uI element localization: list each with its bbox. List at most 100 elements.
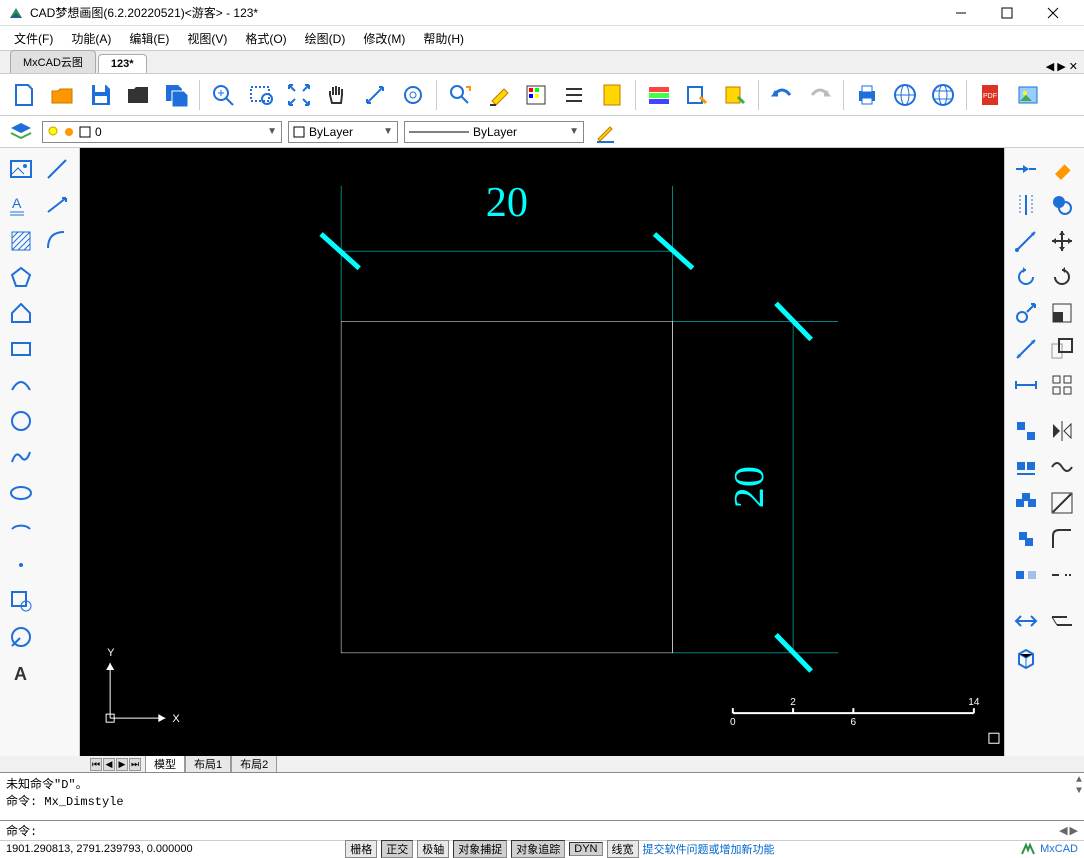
break2-button[interactable]: [1009, 558, 1043, 592]
feedback-link[interactable]: 提交软件问题或增加新功能: [643, 841, 775, 857]
doc-tab-cloud[interactable]: MxCAD云图: [10, 50, 96, 73]
status-polar[interactable]: 极轴: [417, 840, 449, 858]
open-file-button[interactable]: [44, 77, 80, 113]
array-button[interactable]: [1045, 368, 1079, 402]
text-tool-button[interactable]: A: [4, 188, 38, 222]
mirror2-button[interactable]: [1045, 414, 1079, 448]
menu-modify[interactable]: 修改(M): [355, 27, 413, 50]
fillet2-button[interactable]: [1045, 486, 1079, 520]
circle-tool-button[interactable]: [4, 404, 38, 438]
block-insert-button[interactable]: [4, 584, 38, 618]
status-lwt[interactable]: 线宽: [607, 840, 639, 858]
list-button[interactable]: [556, 77, 592, 113]
image-tool-button[interactable]: [4, 152, 38, 186]
command-input[interactable]: [41, 823, 1078, 839]
offset-button[interactable]: [1009, 188, 1043, 222]
trim-button[interactable]: [1009, 152, 1043, 186]
drawing-canvas[interactable]: 20 20 X Y: [80, 148, 1004, 756]
maximize-button[interactable]: [984, 0, 1030, 26]
stretch-box-button[interactable]: [1045, 332, 1079, 366]
zoom-in-button[interactable]: [205, 77, 241, 113]
block-button[interactable]: [717, 77, 753, 113]
mirror1-button[interactable]: [1009, 414, 1043, 448]
status-otrack[interactable]: 对象追踪: [511, 840, 565, 858]
chamfer-button[interactable]: [1009, 450, 1043, 484]
console-scroll[interactable]: ▲▼: [1076, 775, 1082, 797]
fillet-arc-button[interactable]: [1045, 522, 1079, 556]
layer-state-button[interactable]: [679, 77, 715, 113]
ellipse-arc-tool-button[interactable]: [4, 512, 38, 546]
rectangle-tool-button[interactable]: [4, 332, 38, 366]
scale-box-button[interactable]: [1045, 296, 1079, 330]
layer-manager-button[interactable]: [6, 119, 36, 145]
move-cross-button[interactable]: [1045, 224, 1079, 258]
menu-view[interactable]: 视图(V): [179, 27, 235, 50]
extend-button[interactable]: [1009, 368, 1043, 402]
copy-button[interactable]: [1045, 188, 1079, 222]
hatch-tool-button[interactable]: [4, 224, 38, 258]
break1-button[interactable]: [1009, 522, 1043, 556]
zoom-window-button[interactable]: [243, 77, 279, 113]
menu-file[interactable]: 文件(F): [6, 27, 61, 50]
menu-function[interactable]: 功能(A): [63, 27, 119, 50]
fillet1-button[interactable]: [1009, 486, 1043, 520]
linetype-selector[interactable]: ByLayer ▼: [288, 121, 398, 143]
highlight-button[interactable]: [480, 77, 516, 113]
web-button[interactable]: [887, 77, 923, 113]
break-line-button[interactable]: [1045, 558, 1079, 592]
menu-help[interactable]: 帮助(H): [415, 27, 472, 50]
minimize-button[interactable]: [938, 0, 984, 26]
edit-pencil-button[interactable]: [590, 119, 620, 145]
redo-button[interactable]: [802, 77, 838, 113]
undo-button[interactable]: [764, 77, 800, 113]
polygon2-tool-button[interactable]: [4, 296, 38, 330]
wave-button[interactable]: [1045, 450, 1079, 484]
properties-button[interactable]: [518, 77, 554, 113]
new-file-button[interactable]: [6, 77, 42, 113]
tab-nav-arrows[interactable]: ◀ ▶ ✕: [1046, 60, 1078, 73]
point-tool-button[interactable]: [4, 548, 38, 582]
cmd-history-nav[interactable]: ◀▶: [1059, 824, 1078, 838]
image-button[interactable]: [1010, 77, 1046, 113]
ellipse-tool-button[interactable]: [4, 476, 38, 510]
find-button[interactable]: [442, 77, 478, 113]
layer-selector[interactable]: 0 ▼: [42, 121, 282, 143]
scale-button[interactable]: [1009, 296, 1043, 330]
pdf-button[interactable]: PDF: [972, 77, 1008, 113]
rotate-ccw-button[interactable]: [1009, 260, 1043, 294]
doc-tab-123[interactable]: 123*: [98, 54, 147, 73]
move-button[interactable]: [1009, 224, 1043, 258]
arc2-tool-button[interactable]: [4, 368, 38, 402]
layout-tab-model[interactable]: 模型: [145, 754, 185, 774]
layout-tab-1[interactable]: 布局1: [185, 754, 231, 774]
zoom-previous-button[interactable]: [357, 77, 393, 113]
menu-draw[interactable]: 绘图(D): [297, 27, 354, 50]
erase-button[interactable]: [1045, 152, 1079, 186]
status-dyn[interactable]: DYN: [569, 842, 602, 856]
layout-tab-2[interactable]: 布局2: [231, 754, 277, 774]
pan-button[interactable]: [319, 77, 355, 113]
explode2-button[interactable]: [1045, 604, 1079, 638]
ray-tool-button[interactable]: [40, 188, 74, 222]
lineweight-selector[interactable]: ByLayer ▼: [404, 121, 584, 143]
note-button[interactable]: [594, 77, 630, 113]
explode1-button[interactable]: [1009, 604, 1043, 638]
menu-format[interactable]: 格式(O): [237, 27, 294, 50]
donut-tool-button[interactable]: [4, 620, 38, 654]
menu-edit[interactable]: 编辑(E): [121, 27, 177, 50]
arc-tool-button[interactable]: [40, 224, 74, 258]
status-osnap[interactable]: 对象捕捉: [453, 840, 507, 858]
save-as-button[interactable]: [158, 77, 194, 113]
layers-button[interactable]: [641, 77, 677, 113]
3d-box-button[interactable]: [1009, 640, 1043, 674]
zoom-extents-button[interactable]: [281, 77, 317, 113]
mtext-tool-button[interactable]: A: [4, 656, 38, 690]
folder-button[interactable]: [120, 77, 156, 113]
print-button[interactable]: [849, 77, 885, 113]
status-ortho[interactable]: 正交: [381, 840, 413, 858]
polygon-tool-button[interactable]: [4, 260, 38, 294]
spline-tool-button[interactable]: [4, 440, 38, 474]
web2-button[interactable]: [925, 77, 961, 113]
close-button[interactable]: [1030, 0, 1076, 26]
layout-nav[interactable]: ⏮◀▶⏭: [90, 758, 141, 771]
